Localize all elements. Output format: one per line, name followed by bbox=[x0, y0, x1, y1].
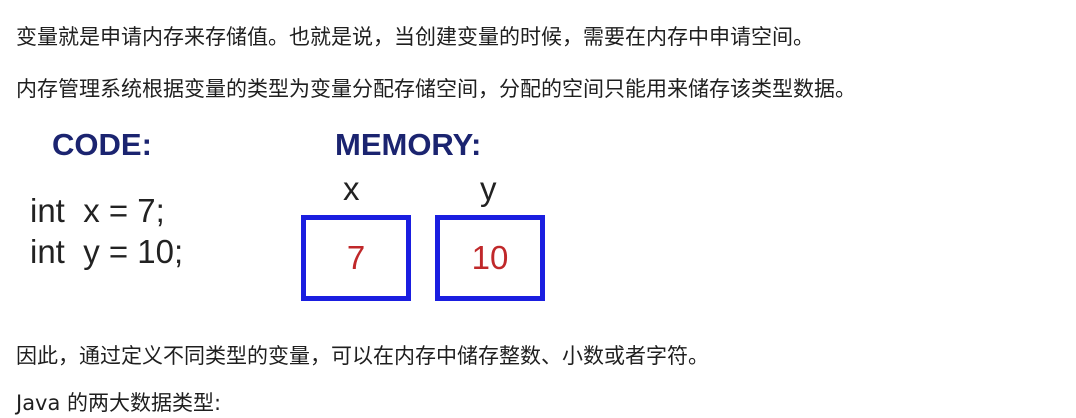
memory-cell-value: 10 bbox=[471, 239, 509, 276]
memory-heading: MEMORY: bbox=[335, 127, 482, 162]
code-line: int y = 10; bbox=[30, 233, 184, 270]
memory-cell-value: 7 bbox=[346, 239, 366, 276]
variable-label-y: y bbox=[480, 170, 497, 207]
section-heading-data-types: Java 的两大数据类型: bbox=[16, 391, 222, 415]
paragraph-type-storage: 因此，通过定义不同类型的变量，可以在内存中储存整数、小数或者字符。 bbox=[16, 344, 709, 368]
code-memory-diagram: CODE: MEMORY: int x = 7; int y = 10; x y… bbox=[0, 120, 1076, 325]
paragraph-memory-management: 内存管理系统根据变量的类型为变量分配存储空间，分配的空间只能用来储存该类型数据。 bbox=[16, 77, 856, 101]
code-line: int x = 7; bbox=[30, 192, 165, 229]
memory-cell-y: 10 bbox=[435, 215, 545, 301]
variable-label-x: x bbox=[343, 170, 360, 207]
code-heading: CODE: bbox=[52, 127, 152, 162]
memory-cell-x: 7 bbox=[301, 215, 411, 301]
paragraph-variable-intro: 变量就是申请内存来存储值。也就是说，当创建变量的时候，需要在内存中申请空间。 bbox=[16, 25, 814, 49]
